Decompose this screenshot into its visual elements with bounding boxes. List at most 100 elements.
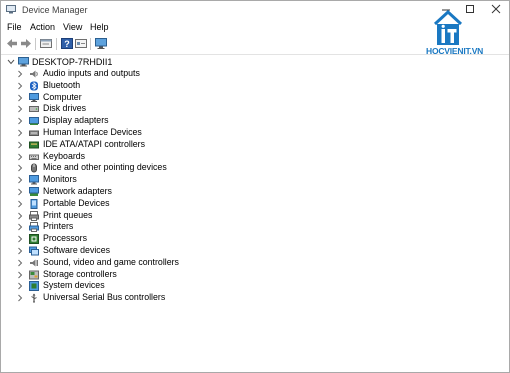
tree-item-print-queues[interactable]: Print queues xyxy=(1,210,301,222)
chevron-right-icon[interactable] xyxy=(17,188,23,196)
tree-item-software-devices[interactable]: Software devices xyxy=(1,245,301,257)
properties-icon[interactable] xyxy=(39,37,53,50)
printer-icon xyxy=(29,222,39,233)
computer-name: DESKTOP-7RHDII1 xyxy=(32,57,113,67)
chevron-right-icon[interactable] xyxy=(17,176,23,184)
tree-item-label: Bluetooth xyxy=(43,79,81,90)
chevron-right-icon[interactable] xyxy=(17,129,23,137)
chevron-right-icon[interactable] xyxy=(17,259,23,267)
chevron-right-icon[interactable] xyxy=(17,247,23,255)
tree-item-storage-controllers[interactable]: Storage controllers xyxy=(1,269,301,281)
help-icon[interactable]: ? xyxy=(60,37,74,50)
software-device-icon xyxy=(29,246,39,256)
menu-bar: File Action View Help xyxy=(1,20,421,34)
bluetooth-icon xyxy=(30,81,38,91)
chevron-right-icon[interactable] xyxy=(17,235,23,243)
mouse-icon xyxy=(31,163,37,173)
tree-item-label: Processors xyxy=(43,233,87,244)
tree-item-label: IDE ATA/ATAPI controllers xyxy=(43,138,146,149)
tree-item-keyboards[interactable]: Keyboards xyxy=(1,151,301,163)
menu-view[interactable]: View xyxy=(63,22,82,32)
chevron-right-icon[interactable] xyxy=(17,200,23,208)
usb-icon xyxy=(31,293,37,303)
monitor-icon[interactable] xyxy=(94,37,108,50)
toolbar-separator xyxy=(90,38,91,50)
tree-item-system-devices[interactable]: System devices xyxy=(1,280,301,292)
view-icon[interactable] xyxy=(74,37,88,50)
tree-item-label: Print queues xyxy=(43,209,93,220)
svg-text:?: ? xyxy=(64,39,70,49)
chevron-right-icon[interactable] xyxy=(17,164,23,172)
tree-item-label: Disk drives xyxy=(43,103,87,114)
device-manager-app-icon xyxy=(6,5,16,14)
ide-controller-icon xyxy=(29,141,39,149)
tree-item-label: Monitors xyxy=(43,174,77,185)
tree-item-disk-drives[interactable]: Disk drives xyxy=(1,103,301,115)
tree-item-processors[interactable]: Processors xyxy=(1,233,301,245)
chevron-right-icon[interactable] xyxy=(17,94,23,102)
computer-icon xyxy=(18,57,29,67)
tree-item-audio-inputs-and-outputs[interactable]: Audio inputs and outputs xyxy=(1,68,301,80)
tree-item-display-adapters[interactable]: Display adapters xyxy=(1,115,301,127)
chevron-right-icon[interactable] xyxy=(17,82,23,90)
chevron-right-icon[interactable] xyxy=(17,153,23,161)
monitor-icon xyxy=(29,175,39,185)
tree-item-ide-ata-atapi-controllers[interactable]: IDE ATA/ATAPI controllers xyxy=(1,139,301,151)
tree-item-human-interface-devices[interactable]: Human Interface Devices xyxy=(1,127,301,139)
display-adapter-icon xyxy=(29,117,39,126)
chevron-right-icon[interactable] xyxy=(17,294,23,302)
speaker-icon xyxy=(30,70,38,78)
chevron-right-icon[interactable] xyxy=(17,105,23,113)
tree-item-network-adapters[interactable]: Network adapters xyxy=(1,186,301,198)
back-icon[interactable] xyxy=(5,37,19,50)
tree-root[interactable]: DESKTOP-7RHDII1 xyxy=(1,56,301,68)
tree-item-label: Mice and other pointing devices xyxy=(43,162,167,173)
chevron-down-icon[interactable] xyxy=(7,59,15,65)
tree-item-label: Display adapters xyxy=(43,115,109,126)
tree-item-label: Human Interface Devices xyxy=(43,126,142,137)
toolbar: ? xyxy=(1,35,421,53)
tree-item-label: Network adapters xyxy=(43,185,112,196)
device-manager-window: Device Manager HOCVIENIT.VN File Action … xyxy=(0,0,510,373)
chevron-right-icon[interactable] xyxy=(17,271,23,279)
tree-item-universal-serial-bus-controllers[interactable]: Universal Serial Bus controllers xyxy=(1,292,301,304)
tree-item-computer[interactable]: Computer xyxy=(1,92,301,104)
chevron-right-icon[interactable] xyxy=(17,141,23,149)
keyboard-icon xyxy=(29,154,39,160)
menu-file[interactable]: File xyxy=(7,22,22,32)
tree-item-label: Universal Serial Bus controllers xyxy=(43,292,166,303)
chevron-right-icon[interactable] xyxy=(17,282,23,290)
forward-icon[interactable] xyxy=(19,37,33,50)
portable-device-icon xyxy=(30,198,38,209)
tree-item-sound-video-and-game-controllers[interactable]: Sound, video and game controllers xyxy=(1,257,301,269)
tree-item-label: Computer xyxy=(43,91,82,102)
tree-item-bluetooth[interactable]: Bluetooth xyxy=(1,80,301,92)
sound-controller-icon xyxy=(30,259,38,267)
processor-icon xyxy=(29,234,39,245)
window-title: Device Manager xyxy=(22,5,88,15)
tree-item-label: Sound, video and game controllers xyxy=(43,256,179,267)
print-queue-icon xyxy=(29,210,39,221)
tree-item-label: Storage controllers xyxy=(43,268,117,279)
tree-item-label: Printers xyxy=(43,221,74,232)
toolbar-divider xyxy=(1,54,509,55)
tree-item-label: System devices xyxy=(43,280,105,291)
menu-help[interactable]: Help xyxy=(90,22,109,32)
menu-action[interactable]: Action xyxy=(30,22,55,32)
hid-icon xyxy=(29,130,39,136)
toolbar-separator xyxy=(56,38,57,50)
storage-controller-icon xyxy=(29,270,39,280)
disk-drive-icon xyxy=(29,106,39,113)
computer-icon xyxy=(29,92,39,102)
tree-item-printers[interactable]: Printers xyxy=(1,221,301,233)
network-adapter-icon xyxy=(29,186,39,196)
tree-item-portable-devices[interactable]: Portable Devices xyxy=(1,198,301,210)
tree-item-mice-and-other-pointing-devices[interactable]: Mice and other pointing devices xyxy=(1,162,301,174)
chevron-right-icon[interactable] xyxy=(17,212,23,220)
tree-item-label: Audio inputs and outputs xyxy=(43,68,140,78)
chevron-right-icon[interactable] xyxy=(17,223,23,231)
tree-item-monitors[interactable]: Monitors xyxy=(1,174,301,186)
chevron-right-icon[interactable] xyxy=(17,70,23,78)
chevron-right-icon[interactable] xyxy=(17,117,23,125)
tree-item-label: Portable Devices xyxy=(43,197,110,208)
